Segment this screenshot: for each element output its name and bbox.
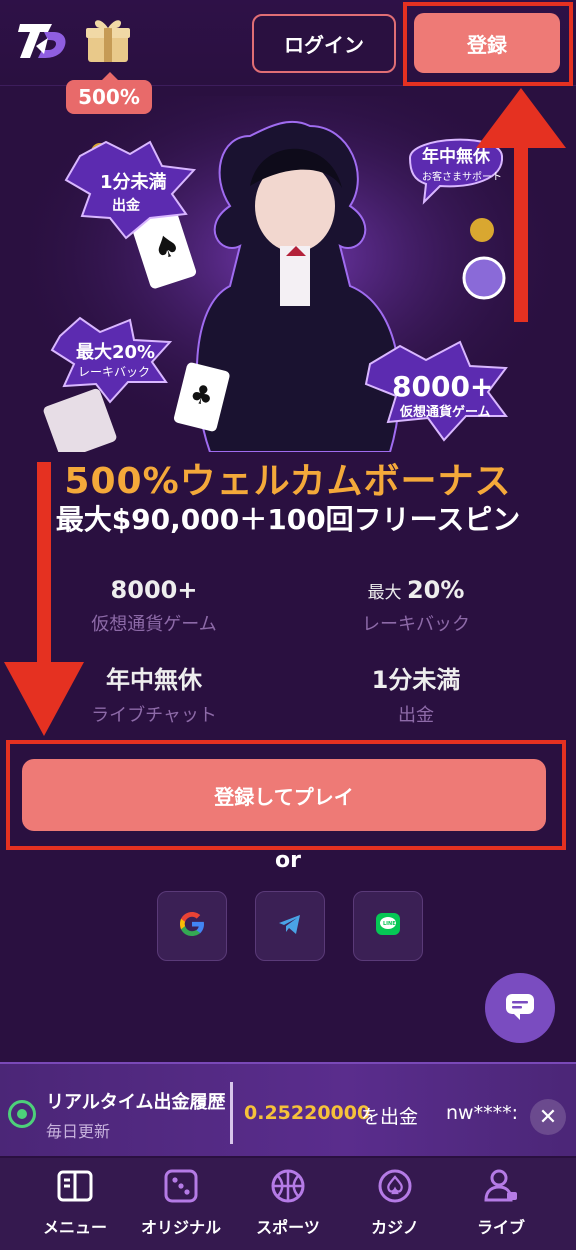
annotation-arrows	[4, 88, 566, 736]
promo-badge[interactable]: 500%	[66, 72, 152, 114]
arrow-down-to-cta	[4, 462, 84, 736]
arrow-up-to-register	[476, 88, 566, 322]
